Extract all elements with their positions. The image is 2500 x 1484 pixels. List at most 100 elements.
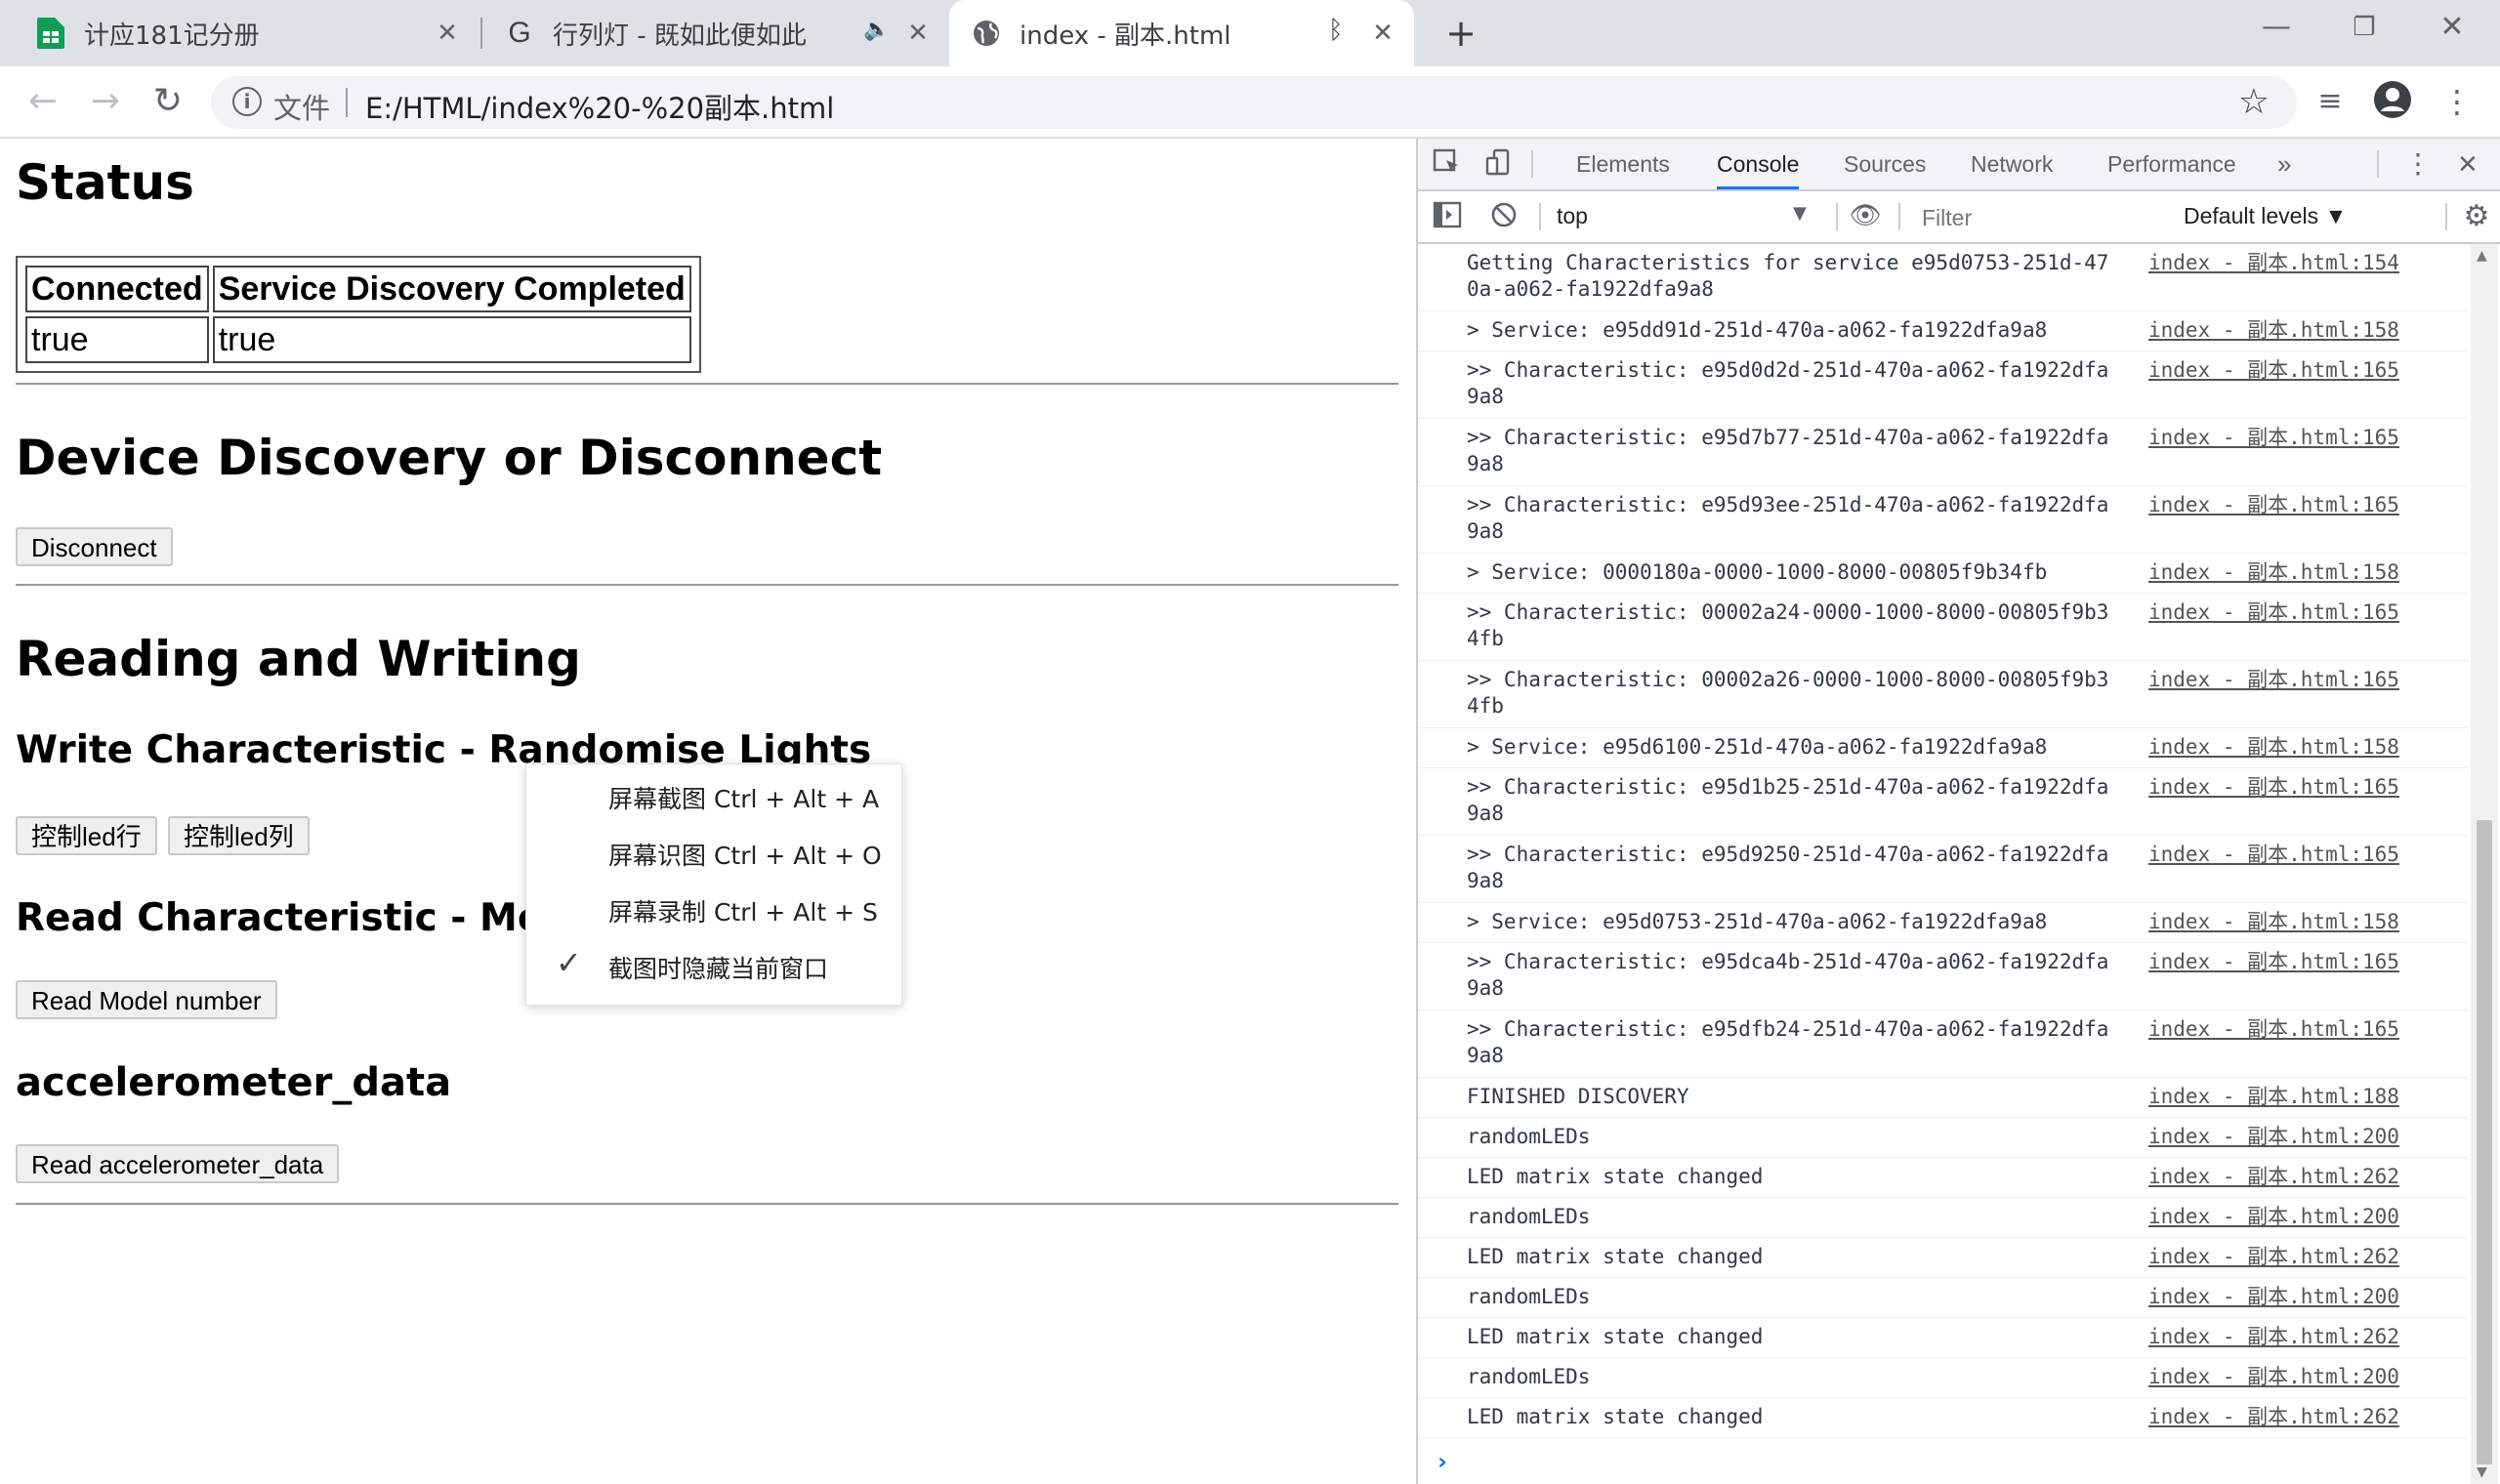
execution-context-select[interactable]: top — [1557, 203, 1588, 229]
console-source-link[interactable]: index - 副本.html:262 — [2148, 1164, 2399, 1190]
console-scrollbar[interactable]: ▲ ▼ — [2471, 244, 2498, 1484]
devtools-tab-network[interactable]: Network — [1971, 139, 2053, 189]
reload-icon[interactable]: ↻ — [146, 80, 189, 123]
console-source-link[interactable]: index - 副本.html:165 — [2148, 357, 2399, 384]
minimize-icon[interactable]: — — [2232, 0, 2320, 59]
back-icon[interactable]: ← — [21, 80, 64, 123]
tab-jiying[interactable]: 计应181记分册 ✕ — [0, 0, 479, 66]
led-row-button[interactable]: 控制led行 — [16, 816, 157, 855]
speaker-icon[interactable]: 🔈 — [863, 18, 890, 42]
devtools-tab-sources[interactable]: Sources — [1844, 139, 1926, 189]
menu-item-screenshot[interactable]: 屏幕截图 Ctrl + Alt + A — [526, 766, 901, 823]
profile-avatar-icon[interactable] — [2371, 80, 2414, 123]
tab-title: 计应181记分册 — [84, 21, 260, 51]
restore-icon[interactable]: ❐ — [2320, 0, 2408, 59]
console-message-text: > Service: 0000180a-0000-1000-8000-00805… — [1467, 560, 2048, 584]
console-source-link[interactable]: index - 副本.html:200 — [2148, 1284, 2399, 1310]
console-message-text: > Service: e95dd91d-251d-470a-a062-fa192… — [1467, 318, 2048, 342]
console-source-link[interactable]: index - 副本.html:154 — [2148, 250, 2399, 276]
scrollbar-thumb[interactable] — [2477, 820, 2492, 1464]
console-source-link[interactable]: index - 副本.html:262 — [2148, 1324, 2399, 1350]
menu-kebab-icon[interactable]: ⋮ — [2436, 80, 2479, 123]
dropdown-arrow-icon[interactable]: ▼ — [1793, 203, 1807, 224]
device-toolbar-icon[interactable] — [1484, 148, 1516, 180]
console-filter-input[interactable] — [1914, 199, 2168, 236]
scroll-down-arrow-icon[interactable]: ▼ — [2477, 1464, 2487, 1480]
console-source-link[interactable]: index - 副本.html:158 — [2148, 317, 2399, 344]
more-tabs-chevron-icon[interactable]: » — [2277, 139, 2291, 189]
address-divider — [346, 88, 348, 117]
status-heading: Status — [16, 154, 194, 211]
disconnect-button[interactable]: Disconnect — [16, 527, 173, 566]
close-icon[interactable]: ✕ — [902, 18, 934, 49]
console-source-link[interactable]: index - 副本.html:165 — [2148, 949, 2399, 975]
menu-item-hide-window[interactable]: ✓ 截图时隐藏当前窗口 — [526, 936, 901, 993]
tab-hangliedeng[interactable]: G 行列灯 - 既如此便如此 🔈 ✕ — [482, 0, 949, 66]
console-prompt-chevron-icon[interactable]: › — [1438, 1448, 1447, 1475]
console-message-text: randomLEDs — [1467, 1205, 1591, 1228]
console-source-link[interactable]: index - 副本.html:165 — [2148, 842, 2399, 868]
console-source-link[interactable]: index - 副本.html:262 — [2148, 1404, 2399, 1430]
read-model-number-button[interactable]: Read Model number — [16, 980, 277, 1019]
console-source-link[interactable]: index - 副本.html:165 — [2148, 1016, 2399, 1043]
close-icon[interactable]: ✕ — [1367, 18, 1398, 49]
bookmark-star-icon[interactable]: ☆ — [2238, 82, 2270, 122]
console-message: randomLEDs index - 副本.html:200 — [1418, 1198, 2469, 1238]
menu-item-image-recognition[interactable]: 屏幕识图 Ctrl + Alt + O — [526, 823, 901, 880]
console-source-link[interactable]: index - 副本.html:165 — [2148, 774, 2399, 801]
console-source-link[interactable]: index - 副本.html:200 — [2148, 1204, 2399, 1230]
devtools-close-icon[interactable]: ✕ — [2457, 139, 2479, 189]
media-queue-icon[interactable]: ≡ — [2309, 80, 2352, 123]
console-source-link[interactable]: index - 副本.html:262 — [2148, 1244, 2399, 1270]
console-source-link[interactable]: index - 副本.html:158 — [2148, 559, 2399, 586]
console-source-link[interactable]: index - 副本.html:200 — [2148, 1364, 2399, 1390]
console-source-link[interactable]: index - 副本.html:165 — [2148, 492, 2399, 518]
devtools-tab-elements[interactable]: Elements — [1576, 139, 1670, 189]
console-message-text: LED matrix state changed — [1467, 1165, 1764, 1188]
console-message-text: FINISHED DISCOVERY — [1467, 1085, 1689, 1108]
menu-item-screen-record[interactable]: 屏幕录制 Ctrl + Alt + S — [526, 880, 901, 936]
console-source-link[interactable]: index - 副本.html:158 — [2148, 734, 2399, 761]
console-source-link[interactable]: index - 副本.html:165 — [2148, 667, 2399, 693]
forward-icon[interactable]: → — [84, 80, 127, 123]
close-icon[interactable]: ✕ — [432, 18, 463, 49]
log-levels-dropdown[interactable]: Default levels ▼ — [2184, 203, 2347, 229]
live-expression-eye-icon[interactable]: 👁 — [1848, 201, 1883, 232]
console-message-text: > Service: e95d0753-251d-470a-a062-fa192… — [1467, 910, 2048, 933]
scroll-up-arrow-icon[interactable]: ▲ — [2477, 248, 2487, 264]
toolbar-divider — [1539, 203, 1541, 230]
bluetooth-icon: ᛒ — [1328, 16, 1344, 45]
inspect-element-icon[interactable] — [1432, 148, 1463, 180]
devtools-tab-performance[interactable]: Performance — [2107, 139, 2236, 189]
console-message-text: LED matrix state changed — [1467, 1325, 1764, 1348]
led-column-button[interactable]: 控制led列 — [168, 816, 310, 855]
status-header-connected: Connected — [25, 266, 209, 312]
clear-console-icon[interactable] — [1488, 201, 1520, 232]
devtools-menu-kebab-icon[interactable]: ⋮ — [2404, 139, 2432, 189]
sidebar-toggle-icon[interactable] — [1432, 201, 1463, 232]
console-source-link[interactable]: index - 副本.html:200 — [2148, 1124, 2399, 1150]
accelerometer-heading: accelerometer_data — [16, 1060, 452, 1105]
tab-title: index - 副本.html — [1020, 21, 1231, 51]
console-message: >> Characteristic: e95dca4b-251d-470a-a0… — [1418, 943, 2469, 1010]
address-scheme: 文件 — [273, 92, 331, 125]
toolbar-divider — [1898, 203, 1900, 230]
console-message: LED matrix state changed index - 副本.html:… — [1418, 1238, 2469, 1278]
window-close-icon[interactable]: ✕ — [2408, 0, 2496, 59]
console-source-link[interactable]: index - 副本.html:165 — [2148, 425, 2399, 451]
console-source-link[interactable]: index - 副本.html:158 — [2148, 909, 2399, 935]
new-tab-plus-icon[interactable]: + — [1438, 10, 1484, 57]
tab-strip: 计应181记分册 ✕ G 行列灯 - 既如此便如此 🔈 ✕ index - 副本… — [0, 0, 2500, 66]
address-url[interactable]: E:/HTML/index%20-%20副本.html — [365, 86, 834, 127]
tab-index-copy[interactable]: index - 副本.html ᛒ ✕ — [949, 0, 1414, 66]
console-settings-gear-icon[interactable]: ⚙ — [2459, 199, 2494, 234]
devtools-tab-console[interactable]: Console — [1717, 139, 1800, 189]
console-message-text: >> Characteristic: e95dca4b-251d-470a-a0… — [1467, 950, 2109, 1000]
console-source-link[interactable]: index - 副本.html:188 — [2148, 1084, 2399, 1110]
read-accelerometer-button[interactable]: Read accelerometer_data — [16, 1144, 340, 1183]
console-source-link[interactable]: index - 副本.html:165 — [2148, 599, 2399, 626]
address-bar[interactable]: i 文件 E:/HTML/index%20-%20副本.html ☆ — [211, 76, 2297, 129]
info-icon[interactable]: i — [232, 87, 262, 116]
menu-item-label: 屏幕录制 Ctrl + Alt + S — [608, 898, 878, 927]
console-message-text: >> Characteristic: e95d0d2d-251d-470a-a0… — [1467, 358, 2109, 408]
